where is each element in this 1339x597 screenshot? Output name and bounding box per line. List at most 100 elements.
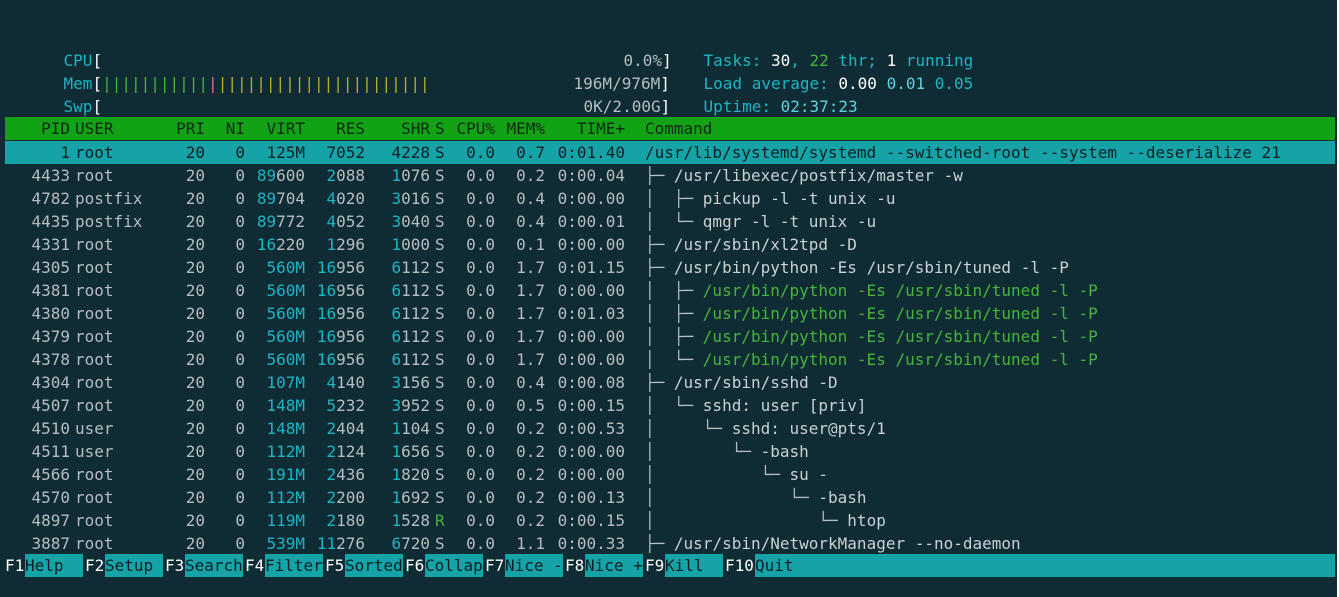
- res-cell: 4020: [326, 189, 365, 208]
- process-row[interactable]: 3887 root 20 0 539M 11276 6720 S 0.0 1.1 0:00.33 ├─…: [5, 532, 1335, 555]
- state-cell: S: [435, 258, 445, 277]
- col-cpu[interactable]: CPU%: [456, 117, 495, 140]
- col-mem[interactable]: MEM%: [506, 117, 545, 140]
- process-row[interactable]: 4435 postfix 20 0 89772 4052 3040 S 0.0 0.4 0:00.0…: [5, 210, 1335, 233]
- ni-cell: 0: [235, 235, 245, 254]
- shr-cell: 1528: [391, 511, 430, 530]
- user-cell: root: [75, 488, 114, 507]
- process-row[interactable]: 4782 postfix 20 0 89704 4020 3016 S 0.0 0.4 0:00.0…: [5, 187, 1335, 210]
- shr-cell: 6720: [391, 534, 430, 553]
- state-cell: S: [435, 488, 445, 507]
- virt-cell: 112M: [266, 442, 305, 461]
- process-row[interactable]: 4510 user 20 0 148M 2404 1104 S 0.0 0.2 0:00.53 │ └…: [5, 417, 1335, 440]
- virt-cell: 89772: [256, 212, 305, 231]
- shr-cell: 6112: [391, 304, 430, 323]
- fkey-label-f1[interactable]: Help: [25, 554, 83, 577]
- process-row[interactable]: 4304 root 20 0 107M 4140 3156 S 0.0 0.4 0:00.08 ├─ …: [5, 371, 1335, 394]
- command-text: /usr/sbin/sshd -D: [673, 373, 838, 392]
- process-row[interactable]: 4897 root 20 0 119M 2180 1528 R 0.0 0.2 0:00.15 │ └…: [5, 509, 1335, 532]
- time-cell: 0:00.08: [557, 373, 625, 392]
- fkey-label-f3[interactable]: Search: [185, 554, 243, 577]
- mem-cell: 0.7: [516, 143, 545, 162]
- process-row[interactable]: 4381 root 20 0 560M 16956 6112 S 0.0 1.7 0:00.00 │ …: [5, 279, 1335, 302]
- process-row[interactable]: 4379 root 20 0 560M 16956 6112 S 0.0 1.7 0:00.00 │ …: [5, 325, 1335, 348]
- virt-cell: 560M: [266, 304, 305, 323]
- tree-connector: │ └─: [645, 465, 790, 484]
- user-cell: root: [75, 235, 114, 254]
- process-row[interactable]: 4331 root 20 0 16220 1296 1000 S 0.0 0.1 0:00.00 ├─…: [5, 233, 1335, 256]
- process-row[interactable]: 4305 root 20 0 560M 16956 6112 S 0.0 1.7 0:01.15 ├─…: [5, 256, 1335, 279]
- tree-connector: │ └─: [645, 396, 703, 415]
- cpu-meter: CPU[: [63, 51, 103, 70]
- cpu-cell: 0.0: [466, 442, 495, 461]
- virt-cell: 89600: [256, 166, 305, 185]
- pid-cell: 4507: [31, 396, 70, 415]
- fkey-label-f4[interactable]: Filter: [265, 554, 323, 577]
- fkey-label-f5[interactable]: Sorted: [345, 554, 403, 577]
- res-cell: 2124: [326, 442, 365, 461]
- command-cell: │ └─ sshd: user@pts/1: [645, 417, 886, 440]
- virt-cell: 148M: [266, 396, 305, 415]
- fkey-f7[interactable]: F7: [485, 554, 504, 577]
- cpu-cell: 0.0: [466, 396, 495, 415]
- fkey-f2[interactable]: F2: [85, 554, 104, 577]
- state-cell: R: [435, 511, 445, 530]
- fkey-label-f7[interactable]: Nice -: [505, 554, 563, 577]
- fkey-f1[interactable]: F1: [5, 554, 24, 577]
- fkey-label-f8[interactable]: Nice +: [585, 554, 643, 577]
- process-row[interactable]: 4433 root 20 0 89600 2088 1076 S 0.0 0.2 0:00.04 ├─…: [5, 164, 1335, 187]
- res-cell: 4140: [326, 373, 365, 392]
- mem-cell: 1.1: [516, 534, 545, 553]
- ni-cell: 0: [235, 465, 245, 484]
- cpu-cell: 0.0: [466, 350, 495, 369]
- col-pri[interactable]: PRI: [176, 117, 205, 140]
- process-row[interactable]: 1 root 20 0 125M 7052 4228 S 0.0 0.7 0:01.40/usr/l…: [5, 141, 1335, 164]
- command-text: /usr/lib/systemd/systemd --switched-root…: [645, 143, 1281, 162]
- time-cell: 0:00.53: [557, 419, 625, 438]
- col-state[interactable]: S: [435, 117, 445, 140]
- fkey-f9[interactable]: F9: [645, 554, 664, 577]
- fkey-label-f9[interactable]: Kill: [665, 554, 723, 577]
- col-command[interactable]: Command: [645, 117, 712, 140]
- pri-cell: 20: [185, 350, 205, 369]
- command-cell: │ └─ htop: [645, 509, 886, 532]
- mem-cell: 0.2: [516, 511, 545, 530]
- process-row[interactable]: 4570 root 20 0 112M 2200 1692 S 0.0 0.2 0:00.13 │ └…: [5, 486, 1335, 509]
- state-cell: S: [435, 143, 445, 162]
- process-row[interactable]: 4507 root 20 0 148M 5232 3952 S 0.0 0.5 0:00.15 │ └…: [5, 394, 1335, 417]
- process-row[interactable]: 4378 root 20 0 560M 16956 6112 S 0.0 1.7 0:00.00 │ …: [5, 348, 1335, 371]
- command-text: sshd: user@pts/1: [731, 419, 886, 438]
- user-cell: postfix: [75, 189, 143, 208]
- state-cell: S: [435, 419, 445, 438]
- col-shr[interactable]: SHR: [401, 117, 430, 140]
- pid-cell: 4897: [31, 511, 70, 530]
- process-row[interactable]: 4566 root 20 0 191M 2436 1820 S 0.0 0.2 0:00.00 │ └…: [5, 463, 1335, 486]
- fkey-f6[interactable]: F6: [405, 554, 424, 577]
- res-cell: 2180: [326, 511, 365, 530]
- fkey-label-f2[interactable]: Setup: [105, 554, 163, 577]
- col-ni[interactable]: NI: [226, 117, 245, 140]
- col-res[interactable]: RES: [336, 117, 365, 140]
- col-virt[interactable]: VIRT: [266, 117, 305, 140]
- fkey-f4[interactable]: F4: [245, 554, 264, 577]
- fkey-f5[interactable]: F5: [325, 554, 344, 577]
- col-time[interactable]: TIME+: [577, 117, 625, 140]
- fkey-f8[interactable]: F8: [565, 554, 584, 577]
- mem-cell: 1.7: [516, 281, 545, 300]
- col-pid[interactable]: PID: [41, 117, 70, 140]
- fkey-f10[interactable]: F10: [725, 554, 754, 577]
- fkey-label-f10[interactable]: Quit: [755, 554, 1335, 577]
- fkey-label-f6[interactable]: Collap: [425, 554, 483, 577]
- mem-meter-value: 196M/976M]: [573, 74, 670, 93]
- state-cell: S: [435, 465, 445, 484]
- command-text: /usr/bin/python -Es /usr/sbin/tuned -l -…: [702, 327, 1098, 346]
- process-row[interactable]: 4380 root 20 0 560M 16956 6112 S 0.0 1.7 0:01.03 │ …: [5, 302, 1335, 325]
- col-user[interactable]: USER: [75, 117, 114, 140]
- shr-cell: 3040: [391, 212, 430, 231]
- pid-cell: 4511: [31, 442, 70, 461]
- cpu-cell: 0.0: [466, 373, 495, 392]
- process-table-header: PID USER PRI NI VIRT RES SHR S CPU% MEM%…: [5, 117, 1335, 140]
- fkey-f3[interactable]: F3: [165, 554, 184, 577]
- process-row[interactable]: 4511 user 20 0 112M 2124 1656 S 0.0 0.2 0:00.00 │ └…: [5, 440, 1335, 463]
- command-cell: │ └─ -bash: [645, 440, 809, 463]
